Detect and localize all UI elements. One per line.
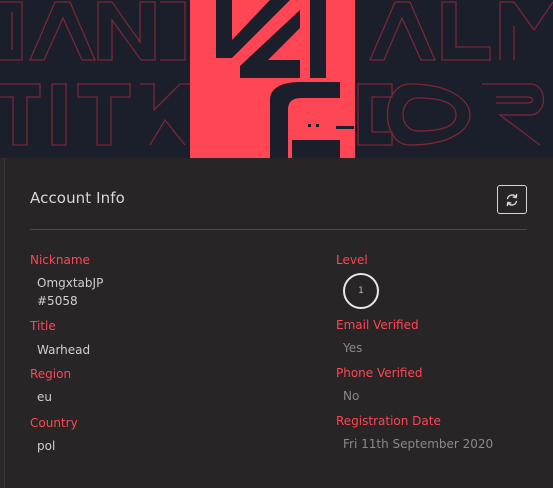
registration-date-label: Registration Date bbox=[336, 414, 441, 428]
refresh-icon bbox=[505, 193, 519, 207]
region-label: Region bbox=[30, 367, 72, 381]
title-value: Warhead bbox=[37, 343, 91, 357]
title-divider bbox=[30, 229, 527, 230]
email-verified-label: Email Verified bbox=[336, 318, 419, 332]
country-value: pol bbox=[37, 439, 56, 453]
nickname-value: OmgxtabJP bbox=[37, 276, 104, 290]
banner-art bbox=[0, 0, 553, 158]
player-card-banner bbox=[0, 0, 553, 158]
level-label: Level bbox=[336, 253, 368, 267]
nickname-label: Nickname bbox=[30, 253, 90, 267]
registration-date-value: Fri 11th September 2020 bbox=[343, 437, 494, 451]
title-label: Title bbox=[30, 319, 56, 333]
account-info-card: Account Info Nickname OmgxtabJP #5058 Ti… bbox=[4, 158, 553, 488]
refresh-button[interactable] bbox=[497, 185, 527, 214]
region-value: eu bbox=[37, 390, 52, 404]
level-value: 1 bbox=[358, 286, 364, 296]
country-label: Country bbox=[30, 416, 78, 430]
phone-verified-value: No bbox=[343, 389, 360, 403]
email-verified-value: Yes bbox=[343, 341, 363, 355]
phone-verified-label: Phone Verified bbox=[336, 366, 423, 380]
card-title: Account Info bbox=[30, 189, 125, 207]
level-badge: 1 bbox=[343, 273, 379, 309]
nickname-tag: #5058 bbox=[37, 294, 78, 308]
